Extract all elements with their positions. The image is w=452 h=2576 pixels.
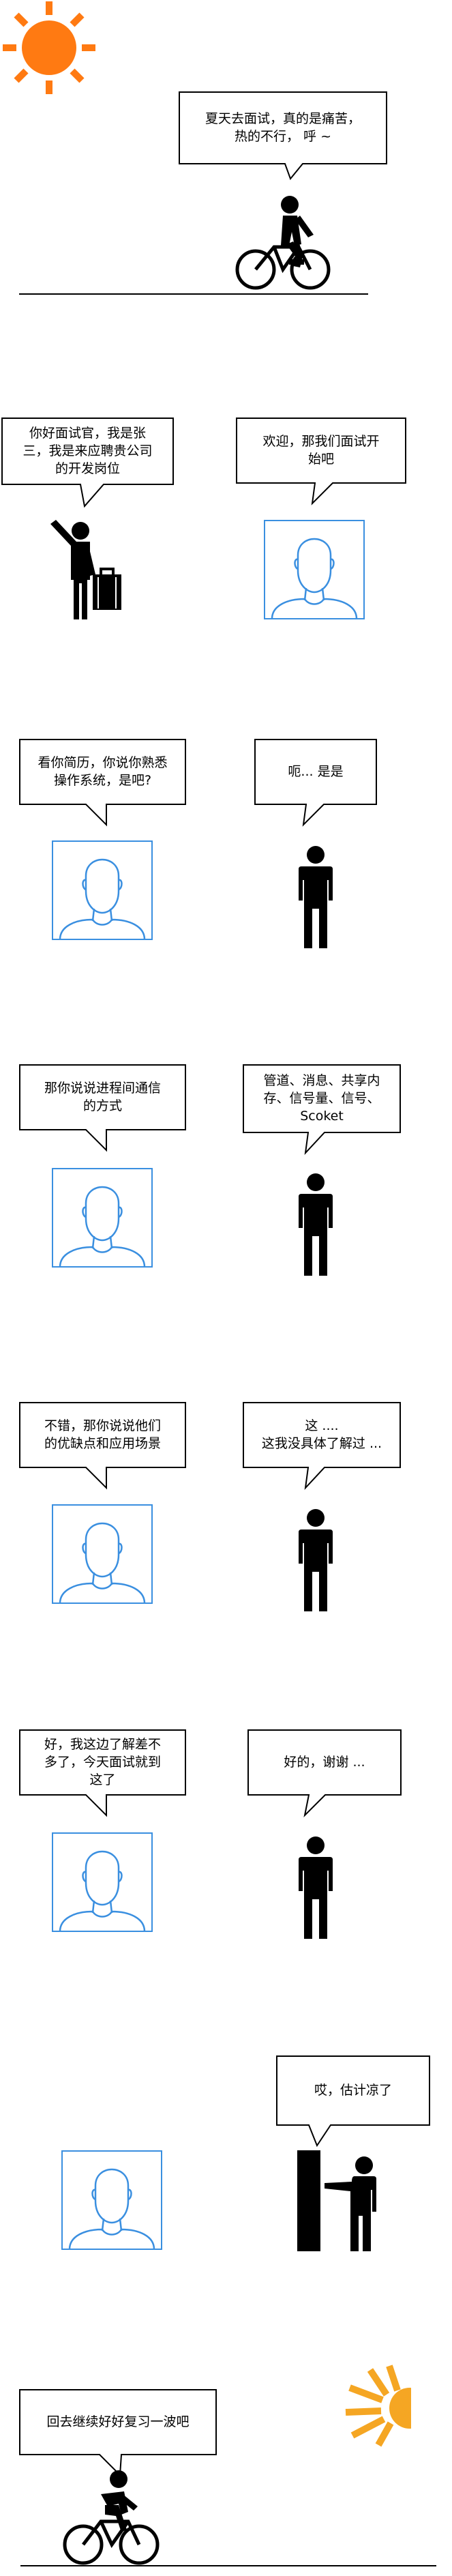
- speech-bubble-interviewer: 不错，那你说说他们 的优缺点和应用场景: [19, 1402, 186, 1490]
- bubble-text: 这 .... 这我没具体了解过 ...: [261, 1418, 382, 1451]
- ground-line: [20, 2565, 436, 2566]
- speech-bubble-candidate: 回去继续好好复习一波吧: [19, 2389, 217, 2477]
- speech-bubble-interviewer: 看你简历，你说你熟悉 操作系统，是吧?: [19, 739, 186, 827]
- interviewer-avatar-icon: [52, 840, 153, 940]
- interviewer-avatar-icon: [52, 1504, 153, 1604]
- bubble-text: 呃... 是是: [288, 764, 344, 779]
- candidate-waving-with-briefcase-icon: [50, 520, 121, 619]
- bubble-text: 好，我这边了解差不 多了，今天面试就到 这了: [44, 1737, 161, 1787]
- speech-bubble-candidate: 好的，谢谢 ...: [247, 1729, 402, 1818]
- cyclist-icon: [63, 2470, 160, 2565]
- candidate-standing-icon: [299, 1173, 333, 1276]
- interviewer-avatar-icon: [52, 1168, 153, 1268]
- interviewer-avatar-icon: [264, 520, 365, 619]
- bubble-text: 哎，估计凉了: [314, 2083, 392, 2098]
- speech-bubble-candidate: 哎，估计凉了: [276, 2055, 430, 2148]
- setting-sun-icon: [345, 2365, 432, 2447]
- speech-bubble-candidate: 你好面试官，我是张 三，我是来应聘贵公司 的开发岗位: [1, 418, 174, 508]
- candidate-leaving-through-door-icon: [297, 2150, 376, 2251]
- speech-bubble-interviewer: 好，我这边了解差不 多了，今天面试就到 这了: [19, 1729, 186, 1817]
- bubble-text: 你好面试官，我是张 三，我是来应聘贵公司 的开发岗位: [22, 426, 153, 476]
- bubble-text: 好的，谢谢 ...: [284, 1755, 365, 1770]
- bubble-text: 管道、消息、共享内 存、信号量、信号、 Scoket: [263, 1073, 380, 1124]
- bubble-text: 那你说说进程间通信 的方式: [44, 1081, 161, 1113]
- cyclist-icon: [235, 196, 331, 290]
- ground-line: [19, 293, 368, 295]
- speech-bubble-candidate: 呃... 是是: [254, 739, 377, 827]
- speech-bubble-candidate: 这 .... 这我没具体了解过 ...: [243, 1402, 401, 1490]
- speech-bubble-candidate: 管道、消息、共享内 存、信号量、信号、 Scoket: [243, 1064, 401, 1155]
- bubble-text: 回去继续好好复习一波吧: [46, 2414, 190, 2429]
- candidate-standing-icon: [299, 1509, 333, 1611]
- bubble-text: 欢迎，那我们面试开 始吧: [262, 434, 380, 467]
- candidate-standing-icon: [299, 846, 333, 948]
- interviewer-avatar-icon: [61, 2150, 162, 2250]
- candidate-standing-icon: [299, 1836, 333, 1939]
- sun-icon: [3, 1, 95, 94]
- bubble-text: 不错，那你说说他们 的优缺点和应用场景: [44, 1418, 161, 1451]
- speech-bubble-interviewer: 欢迎，那我们面试开 始吧: [236, 418, 406, 506]
- speech-bubble-interviewer: 那你说说进程间通信 的方式: [19, 1064, 186, 1152]
- bubble-text: 看你简历，你说你熟悉 操作系统，是吧?: [37, 755, 168, 788]
- speech-bubble-scene1: 夏天去面试，真的是痛苦， 热的不行， 呼 ~: [179, 91, 387, 180]
- interviewer-avatar-icon: [52, 1832, 153, 1932]
- bubble-text: 夏天去面试，真的是痛苦， 热的不行， 呼 ~: [205, 111, 361, 144]
